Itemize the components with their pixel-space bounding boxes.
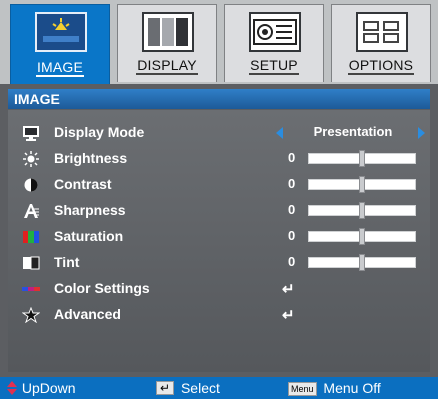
menu-item-brightness[interactable]: Brightness 0 [8,146,430,172]
menu-item-label: Brightness [54,150,128,166]
tab-display-label: DISPLAY [136,57,198,75]
tab-setup-label: SETUP [249,57,299,75]
slider-knob[interactable] [359,228,365,245]
setup-tab-icon [249,12,301,52]
tab-image[interactable]: IMAGE [10,4,110,84]
tab-setup[interactable]: SETUP [224,4,324,82]
menu-item-label: Advanced [54,306,121,322]
slider-knob[interactable] [359,176,365,193]
menu-item-label: Contrast [54,176,112,192]
footer-bar: UpDown ↵ Select Menu Menu Off [0,377,438,399]
tint-icon [23,256,40,270]
saturation-value: 0 [288,228,296,243]
menu-tabs: IMAGE DISPLAY SETUP OPTIONS [0,0,438,84]
menu-item-label: Tint [54,254,80,270]
menu-key-icon: Menu [288,382,317,396]
projector-osd: IMAGE DISPLAY SETUP OPTIONS IMAGE Displa… [0,0,438,399]
sharpness-slider[interactable] [308,202,416,219]
brightness-slider[interactable] [308,150,416,167]
menu-item-label: Sharpness [54,202,126,218]
menu-item-saturation[interactable]: Saturation 0 [8,224,430,250]
display-mode-value: Presentation [313,124,393,139]
menu-item-display-mode[interactable]: Display Mode Presentation [8,120,430,146]
tint-slider[interactable] [308,254,416,271]
menu-item-tint[interactable]: Tint 0 [8,250,430,276]
menu-item-label: Saturation [54,228,124,244]
footer-updown-label: UpDown [21,380,76,396]
menu-item-advanced[interactable]: Advanced ↵ [8,302,430,328]
advanced-icon [22,307,40,323]
tab-image-label: IMAGE [35,59,85,77]
contrast-icon [24,178,38,192]
footer-updown: UpDown [6,380,76,396]
display-tab-icon [142,12,194,52]
footer-menu-off-label: Menu Off [323,380,381,396]
updown-arrows-icon [7,381,17,395]
slider-knob[interactable] [359,202,365,219]
sharpness-icon [24,204,39,218]
footer-select: ↵ Select [156,380,220,396]
color-settings-icon [22,287,40,291]
saturation-slider[interactable] [308,228,416,245]
menu-item-color-settings[interactable]: Color Settings ↵ [8,276,430,302]
options-tab-icon [356,12,408,52]
menu-item-label: Color Settings [54,280,150,296]
monitor-icon [23,126,39,141]
sharpness-value: 0 [288,202,296,217]
image-tab-icon [35,12,87,52]
tint-value: 0 [288,254,296,269]
tab-display[interactable]: DISPLAY [117,4,217,82]
slider-knob[interactable] [359,150,365,167]
footer-select-label: Select [180,380,220,396]
right-arrow-icon[interactable] [418,127,425,139]
sun-icon [23,151,39,167]
section-title: IMAGE [8,89,430,109]
brightness-value: 0 [288,150,296,165]
enter-key-icon: ↵ [156,381,175,395]
footer-menu: Menu Menu Off [288,380,381,396]
saturation-icon [23,231,39,243]
tab-options-label: OPTIONS [347,57,415,75]
menu-list: Display Mode Presentation Brightness 0 C… [8,110,430,372]
slider-knob[interactable] [359,254,365,271]
menu-item-contrast[interactable]: Contrast 0 [8,172,430,198]
contrast-slider[interactable] [308,176,416,193]
menu-item-sharpness[interactable]: Sharpness 0 [8,198,430,224]
enter-icon: ↵ [282,281,295,298]
tab-options[interactable]: OPTIONS [331,4,431,82]
menu-item-label: Display Mode [54,124,145,140]
enter-icon: ↵ [282,307,295,324]
left-arrow-icon[interactable] [276,127,283,139]
contrast-value: 0 [288,176,296,191]
